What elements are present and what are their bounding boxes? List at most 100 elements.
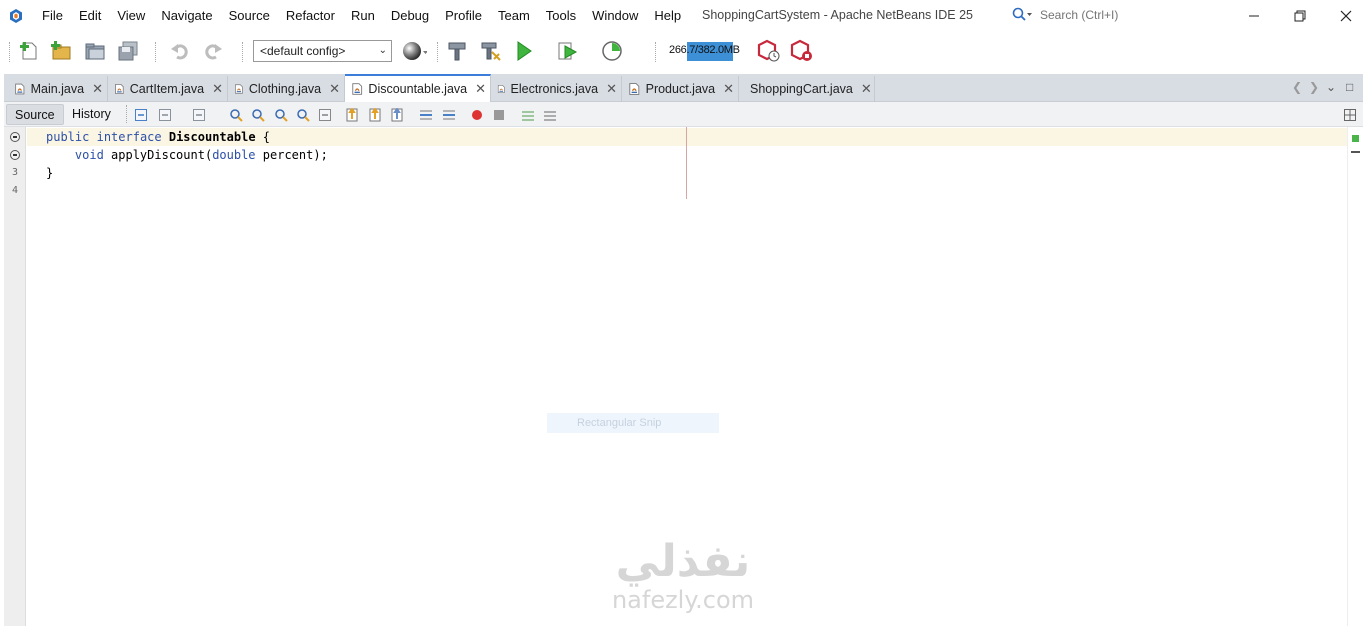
menu-source[interactable]: Source [221,4,278,28]
find-icon [229,108,243,122]
menu-refactor[interactable]: Refactor [278,4,343,28]
split-editor-button[interactable] [1341,106,1358,123]
memory-indicator[interactable]: 266.7/382.0MB [667,42,752,61]
debug-button[interactable] [556,38,582,64]
find-previous-button[interactable] [249,106,266,123]
profile-button[interactable] [601,38,627,64]
stop-macro-button[interactable] [490,106,507,123]
close-tab-icon[interactable]: ✕ [475,81,486,97]
minimize-button[interactable] [1244,6,1264,26]
save-all-button[interactable] [115,38,141,64]
search-box[interactable] [1012,5,1230,25]
tab-clothing[interactable]: Clothing.java ✕ [228,76,345,102]
run-button[interactable] [514,38,540,64]
code-line[interactable]: public interface Discountable { [46,128,270,146]
toggle-bookmark-button[interactable] [388,106,405,123]
close-tab-icon[interactable]: ✕ [861,81,872,97]
menu-profile[interactable]: Profile [437,4,490,28]
uncomment-button[interactable] [541,106,558,123]
rectangular-select-icon [318,108,331,121]
tab-cartitem[interactable]: CartItem.java ✕ [108,76,228,102]
rectangular-select-button[interactable] [316,106,333,123]
menu-view[interactable]: View [109,4,153,28]
fold-marker-icon[interactable] [10,132,20,142]
menu-window[interactable]: Window [584,4,646,28]
restore-button[interactable] [1290,6,1310,26]
new-file-button[interactable] [16,38,42,64]
tab-label: Electronics.java [510,82,599,96]
scroll-tabs-right-icon[interactable]: ❯ [1309,80,1319,94]
close-tab-icon[interactable]: ✕ [92,81,103,97]
comment-button[interactable] [519,106,536,123]
find-next-button[interactable] [272,106,289,123]
close-tab-icon[interactable]: ✕ [606,81,617,97]
find-selection-button[interactable] [227,106,244,123]
open-project-button[interactable] [82,38,108,64]
tab-label: Clothing.java [248,82,322,96]
tab-main[interactable]: Main.java ✕ [8,76,108,102]
build-button[interactable] [444,38,470,64]
gc-button[interactable] [757,38,783,64]
tab-shoppingcart[interactable]: ShoppingCart.java ✕ [739,76,875,102]
toolbar-grip [9,42,10,62]
back-button[interactable] [156,106,173,123]
hammer-icon [448,42,466,61]
java-file-icon [352,83,363,95]
toolbar-separator [437,42,438,62]
menu-file[interactable]: File [34,4,71,28]
java-file-icon [115,84,124,94]
garbage-collect-icon [757,39,780,62]
start-macro-button[interactable] [468,106,485,123]
last-edit-button[interactable] [132,106,149,123]
tab-electronics[interactable]: Electronics.java ✕ [491,76,622,102]
config-select[interactable]: <default config> ⌄ [253,40,392,62]
code-line[interactable]: } [46,164,53,182]
shift-left-icon [419,110,432,119]
shift-left-button[interactable] [417,106,434,123]
search-input[interactable] [1040,8,1220,22]
code-text: applyDiscount( [103,148,213,162]
scroll-tabs-left-icon[interactable]: ❮ [1292,80,1302,94]
maximize-editor-icon[interactable]: □ [1346,80,1353,94]
split-icon [1343,108,1356,121]
menu-debug[interactable]: Debug [383,4,437,28]
history-view-button[interactable]: History [64,104,119,125]
profiler-snapshot-button[interactable] [790,38,816,64]
menu-edit[interactable]: Edit [71,4,109,28]
source-view-button[interactable]: Source [6,104,64,125]
clean-build-button[interactable] [477,38,503,64]
tab-product[interactable]: Product.java ✕ [622,76,739,102]
shift-right-icon [442,110,455,119]
code-line[interactable]: void applyDiscount(double percent); [46,146,328,164]
next-bookmark-button[interactable] [366,106,383,123]
right-margin-guide [686,127,687,199]
new-project-button[interactable] [48,38,74,64]
previous-bookmark-button[interactable] [343,106,360,123]
forward-icon [192,108,205,121]
toggle-highlight-button[interactable] [294,106,311,123]
menu-run[interactable]: Run [343,4,383,28]
menu-navigate[interactable]: Navigate [153,4,220,28]
menu-tools[interactable]: Tools [538,4,584,28]
tab-list-dropdown-icon[interactable]: ⌄ [1326,80,1336,94]
java-file-icon [235,84,243,94]
tab-label: Product.java [645,82,716,96]
browser-button[interactable] [401,38,427,64]
forward-button[interactable] [190,106,207,123]
minimize-icon [1249,15,1259,17]
undo-button[interactable] [167,38,193,64]
redo-button[interactable] [200,38,226,64]
close-window-button[interactable] [1336,6,1356,26]
menu-help[interactable]: Help [646,4,689,28]
close-tab-icon[interactable]: ✕ [723,81,734,97]
close-tab-icon[interactable]: ✕ [329,81,340,97]
menu-team[interactable]: Team [490,4,538,28]
editor-gutter[interactable]: 34 [4,127,26,626]
tab-discountable[interactable]: Discountable.java ✕ [345,74,491,102]
close-tab-icon[interactable]: ✕ [212,81,223,97]
fold-marker-icon[interactable] [10,150,20,160]
search-icon[interactable] [1012,7,1034,23]
error-stripe[interactable] [1347,127,1363,626]
shift-right-button[interactable] [440,106,457,123]
